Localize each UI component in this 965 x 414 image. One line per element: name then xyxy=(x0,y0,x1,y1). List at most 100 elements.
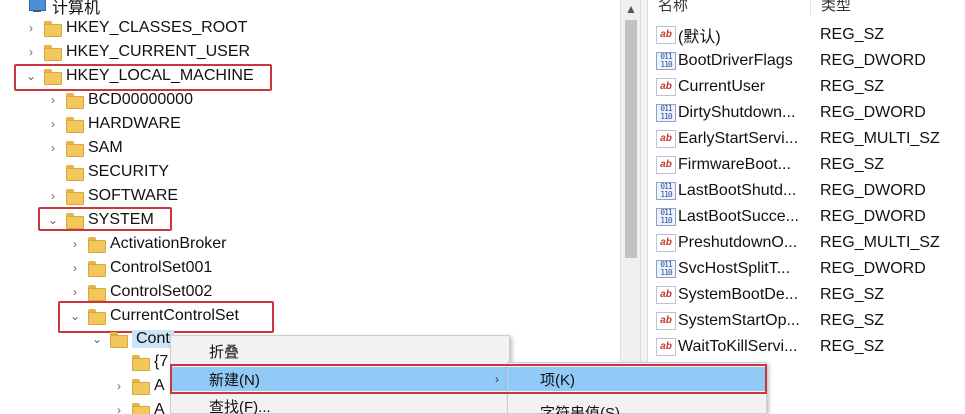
chevron-right-icon[interactable]: › xyxy=(46,184,60,208)
folder-icon xyxy=(88,237,106,253)
list-item[interactable]: ab SystemBootDe... REG_SZ xyxy=(648,282,965,308)
values-list: 名称 类型 ab (默认) REG_SZ 011 110 BootDriverF… xyxy=(648,0,965,414)
submenu-item-string-value[interactable]: 字符串值(S) xyxy=(508,400,766,414)
value-type: REG_DWORD xyxy=(820,182,926,199)
list-item[interactable]: ab PreshutdownO... REG_MULTI_SZ xyxy=(648,230,965,256)
tree-item-software[interactable]: › SOFTWARE xyxy=(46,184,178,208)
value-type: REG_MULTI_SZ xyxy=(820,234,940,251)
list-item[interactable]: 011 110 SvcHostSplitT... REG_DWORD xyxy=(648,256,965,282)
tree-item-label: HKEY_CURRENT_USER xyxy=(66,43,251,60)
list-item[interactable]: ab WaitToKillServi... REG_SZ xyxy=(648,334,965,360)
column-header-type[interactable]: 类型 xyxy=(811,0,851,16)
folder-icon xyxy=(66,165,84,181)
value-type: REG_SZ xyxy=(820,286,885,303)
list-item[interactable]: 011 110 DirtyShutdown... REG_DWORD xyxy=(648,100,965,126)
menu-item-label: 字符串值(S) xyxy=(540,404,620,414)
tree-item-controlset001[interactable]: › ControlSet001 xyxy=(68,256,212,280)
value-type: REG_DWORD xyxy=(820,52,926,69)
chevron-right-icon[interactable]: › xyxy=(46,136,60,160)
tree-item-partial-3[interactable]: › A xyxy=(112,398,165,414)
value-name: CurrentUser xyxy=(678,78,766,95)
list-item[interactable]: ab EarlyStartServi... REG_MULTI_SZ xyxy=(648,126,965,152)
pane-splitter[interactable] xyxy=(640,0,648,414)
string-value-icon: ab xyxy=(656,130,676,148)
chevron-down-icon[interactable]: ⌄ xyxy=(90,327,104,351)
list-header: 名称 类型 xyxy=(648,0,965,16)
folder-icon xyxy=(88,285,106,301)
value-type: REG_SZ xyxy=(820,156,885,173)
list-item[interactable]: 011 110 BootDriverFlags REG_DWORD xyxy=(648,48,965,74)
tree-item-hkey-current-user[interactable]: › HKEY_CURRENT_USER xyxy=(24,40,250,64)
folder-icon xyxy=(66,93,84,109)
list-item[interactable]: ab CurrentUser REG_SZ xyxy=(648,74,965,100)
chevron-right-icon[interactable]: › xyxy=(46,88,60,112)
chevron-right-icon[interactable]: › xyxy=(68,232,82,256)
value-name: (默认) xyxy=(678,29,721,46)
folder-icon xyxy=(66,141,84,157)
list-item[interactable]: 011 110 LastBootSucce... REG_DWORD xyxy=(648,204,965,230)
tree-item-label: HKEY_CLASSES_ROOT xyxy=(66,19,248,36)
list-item[interactable]: ab SystemStartOp... REG_SZ xyxy=(648,308,965,334)
folder-icon xyxy=(66,117,84,133)
value-type: REG_DWORD xyxy=(820,208,926,225)
tree-item-control[interactable]: ⌄ Cont xyxy=(90,327,174,351)
value-name: EarlyStartServi... xyxy=(678,130,799,147)
folder-icon xyxy=(110,332,128,348)
value-name: FirmwareBoot... xyxy=(678,156,791,173)
chevron-right-icon[interactable]: › xyxy=(112,398,126,414)
chevron-right-icon[interactable]: › xyxy=(46,112,60,136)
tree-item-activation-broker[interactable]: › ActivationBroker xyxy=(68,232,227,256)
value-name: SystemBootDe... xyxy=(678,286,799,303)
value-name: WaitToKillServi... xyxy=(678,338,798,355)
menu-item-label: 折叠 xyxy=(209,343,240,361)
highlight-box-hkey-local-machine xyxy=(14,64,272,91)
tree-item-label: {7 xyxy=(154,353,169,370)
scroll-up-icon[interactable]: ▲ xyxy=(621,0,641,18)
tree-item-label: SAM xyxy=(88,139,123,156)
string-value-icon: ab xyxy=(656,156,676,174)
column-header-name[interactable]: 名称 xyxy=(648,0,811,16)
folder-icon xyxy=(132,355,150,371)
tree-item-bcd[interactable]: › BCD00000000 xyxy=(46,88,193,112)
list-item[interactable]: 011 110 LastBootShutd... REG_DWORD xyxy=(648,178,965,204)
folder-icon xyxy=(132,403,150,414)
tree-item-partial-1[interactable]: {7 xyxy=(112,350,168,374)
string-value-icon: ab xyxy=(656,26,676,44)
chevron-right-icon[interactable]: › xyxy=(112,374,126,398)
value-type: REG_MULTI_SZ xyxy=(820,130,940,147)
value-type: REG_SZ xyxy=(820,78,885,95)
tree-item-label: A xyxy=(154,401,165,414)
scrollbar-thumb[interactable] xyxy=(625,20,637,258)
value-type: REG_SZ xyxy=(820,26,885,43)
value-type: REG_DWORD xyxy=(820,260,926,277)
folder-icon xyxy=(44,45,62,61)
value-name: SystemStartOp... xyxy=(678,312,800,329)
list-item[interactable]: ab (默认) REG_SZ xyxy=(648,22,965,48)
tree-item-label: SOFTWARE xyxy=(88,187,179,204)
tree-item-hardware[interactable]: › HARDWARE xyxy=(46,112,181,136)
menu-item-find[interactable]: 查找(F)... xyxy=(171,394,509,414)
tree-item-hkey-classes-root[interactable]: › HKEY_CLASSES_ROOT xyxy=(24,16,247,40)
value-name: LastBootSucce... xyxy=(678,208,799,225)
tree-item-label: SECURITY xyxy=(88,163,169,180)
binary-value-icon: 011 110 xyxy=(656,52,676,70)
tree-scrollbar[interactable]: ▲ xyxy=(620,0,640,414)
tree-item-sam[interactable]: › SAM xyxy=(46,136,123,160)
tree-item-label: ActivationBroker xyxy=(110,235,227,252)
value-name: BootDriverFlags xyxy=(678,52,793,69)
list-item[interactable]: ab FirmwareBoot... REG_SZ xyxy=(648,152,965,178)
chevron-right-icon[interactable]: › xyxy=(24,40,38,64)
tree-item-label-selected: Cont xyxy=(132,330,174,348)
menu-item-collapse[interactable]: 折叠 xyxy=(171,339,509,363)
tree-item-label: HARDWARE xyxy=(88,115,181,132)
tree-connector xyxy=(46,160,60,184)
value-type: REG_DWORD xyxy=(820,104,926,121)
binary-value-icon: 011 110 xyxy=(656,104,676,122)
menu-item-label: 查找(F)... xyxy=(209,398,271,414)
chevron-right-icon[interactable]: › xyxy=(24,16,38,40)
chevron-right-icon[interactable]: › xyxy=(68,256,82,280)
folder-icon xyxy=(88,261,106,277)
tree-item-security[interactable]: SECURITY xyxy=(46,160,169,184)
tree-item-partial-2[interactable]: › A xyxy=(112,374,165,398)
value-name: DirtyShutdown... xyxy=(678,104,796,121)
